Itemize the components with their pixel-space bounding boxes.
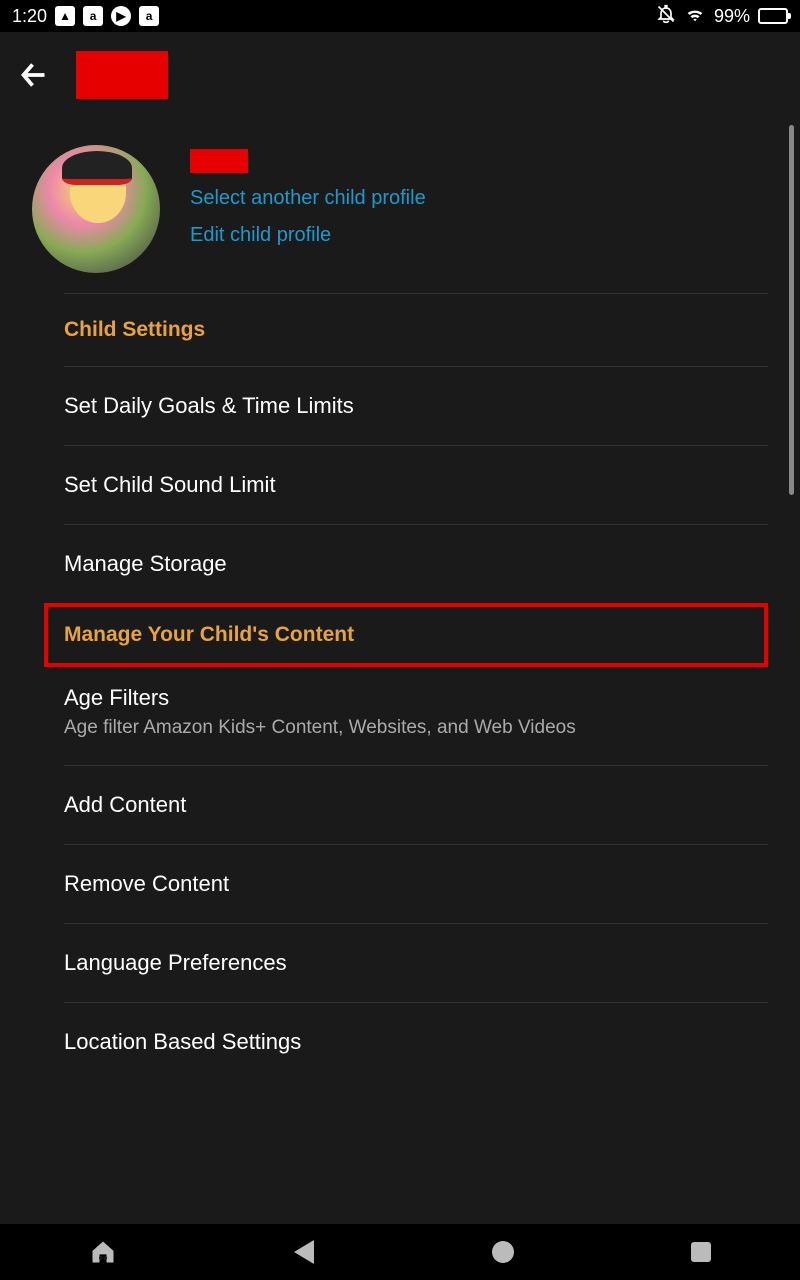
item-label: Set Daily Goals & Time Limits — [64, 393, 768, 419]
nav-back-button[interactable] — [294, 1240, 314, 1264]
edit-child-profile-link[interactable]: Edit child profile — [190, 224, 426, 247]
item-remove-content[interactable]: Remove Content — [64, 844, 768, 923]
item-language-preferences[interactable]: Language Preferences — [64, 923, 768, 1002]
nav-home-button[interactable] — [89, 1238, 117, 1266]
scrollbar[interactable] — [789, 125, 794, 495]
item-location-settings[interactable]: Location Based Settings — [64, 1002, 768, 1081]
app-bar — [0, 32, 800, 117]
play-icon: ▶ — [111, 6, 131, 26]
item-label: Set Child Sound Limit — [64, 472, 768, 498]
gallery-icon: ▲ — [55, 6, 75, 26]
nav-home-circle-button[interactable] — [492, 1241, 514, 1263]
item-daily-goals[interactable]: Set Daily Goals & Time Limits — [64, 366, 768, 445]
item-label: Manage Storage — [64, 551, 768, 577]
wifi-icon — [684, 3, 706, 30]
avatar — [32, 145, 160, 273]
item-label: Remove Content — [64, 871, 768, 897]
item-add-content[interactable]: Add Content — [64, 765, 768, 844]
status-bar: 1:20 ▲ a ▶ a 99% — [0, 0, 800, 32]
section-manage-content: Manage Your Child's Content — [64, 607, 744, 663]
select-another-profile-link[interactable]: Select another child profile — [190, 187, 426, 210]
amazon-icon-2: a — [139, 6, 159, 26]
child-name-redacted — [190, 149, 248, 173]
battery-percentage: 99% — [714, 6, 750, 27]
profile-section: Select another child profile Edit child … — [0, 117, 800, 293]
item-manage-storage[interactable]: Manage Storage — [64, 524, 768, 603]
section-child-settings: Child Settings — [64, 293, 768, 366]
content-scroll[interactable]: Select another child profile Edit child … — [0, 117, 800, 1224]
nav-bar — [0, 1224, 800, 1280]
item-label: Add Content — [64, 792, 768, 818]
amazon-icon: a — [83, 6, 103, 26]
item-age-filters[interactable]: Age Filters Age filter Amazon Kids+ Cont… — [64, 667, 768, 765]
status-time: 1:20 — [12, 6, 47, 27]
back-button[interactable] — [16, 57, 52, 93]
highlighted-section: Manage Your Child's Content — [44, 603, 768, 667]
item-sound-limit[interactable]: Set Child Sound Limit — [64, 445, 768, 524]
item-label: Location Based Settings — [64, 1029, 768, 1055]
dnd-icon — [656, 4, 676, 29]
item-label: Language Preferences — [64, 950, 768, 976]
nav-recent-button[interactable] — [691, 1242, 711, 1262]
page-title-redacted — [76, 51, 168, 99]
item-subtitle: Age filter Amazon Kids+ Content, Website… — [64, 717, 768, 739]
item-label: Age Filters — [64, 685, 768, 711]
battery-icon — [758, 8, 788, 24]
